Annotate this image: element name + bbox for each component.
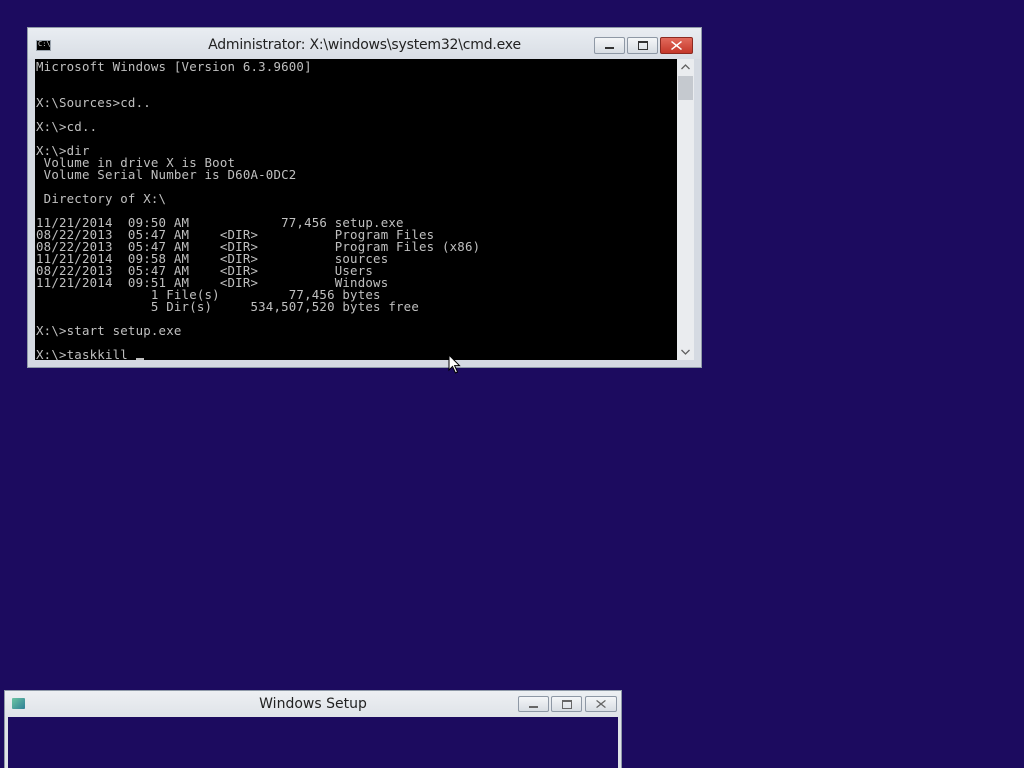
close-icon (671, 41, 682, 50)
setup-close-button[interactable] (585, 696, 617, 712)
console-line: Volume Serial Number is D60A-0DC2 (36, 167, 297, 182)
setup-titlebar[interactable]: Windows Setup (5, 691, 621, 717)
console-line: X:\Sources>cd.. (36, 95, 151, 110)
minimize-icon (529, 705, 538, 708)
mouse-pointer-icon (448, 354, 461, 374)
maximize-icon (561, 699, 572, 709)
close-icon (596, 700, 606, 708)
minimize-button[interactable] (594, 37, 625, 54)
scroll-up-icon[interactable] (677, 59, 694, 76)
cmd-titlebar[interactable]: Administrator: X:\windows\system32\cmd.e… (28, 28, 701, 59)
scroll-thumb[interactable] (678, 76, 693, 100)
text-cursor (135, 358, 144, 360)
setup-client-area (8, 717, 618, 768)
console-line: X:\>cd.. (36, 119, 98, 134)
scroll-down-icon[interactable] (677, 343, 694, 360)
console-input-line[interactable]: X:\>taskkill (36, 347, 144, 360)
setup-window[interactable]: Windows Setup (4, 690, 622, 768)
setup-minimize-button[interactable] (518, 696, 549, 712)
vertical-scrollbar[interactable] (677, 59, 694, 360)
maximize-button[interactable] (627, 37, 658, 54)
console-output[interactable]: Microsoft Windows [Version 6.3.9600] X:\S… (35, 59, 677, 360)
close-button[interactable] (660, 37, 693, 54)
minimize-icon (605, 47, 614, 49)
cmd-window[interactable]: Administrator: X:\windows\system32\cmd.e… (27, 27, 702, 368)
desktop: Administrator: X:\windows\system32\cmd.e… (0, 0, 1024, 768)
console-line: 5 Dir(s) 534,507,520 bytes free (36, 299, 419, 314)
maximize-icon (637, 41, 648, 50)
console-line: Directory of X:\ (36, 191, 167, 206)
console-line: X:\>start setup.exe (36, 323, 182, 338)
console-line: Microsoft Windows [Version 6.3.9600] (36, 59, 312, 74)
console-prompt-input: X:\>taskkill (36, 347, 128, 360)
setup-maximize-button[interactable] (551, 696, 582, 712)
